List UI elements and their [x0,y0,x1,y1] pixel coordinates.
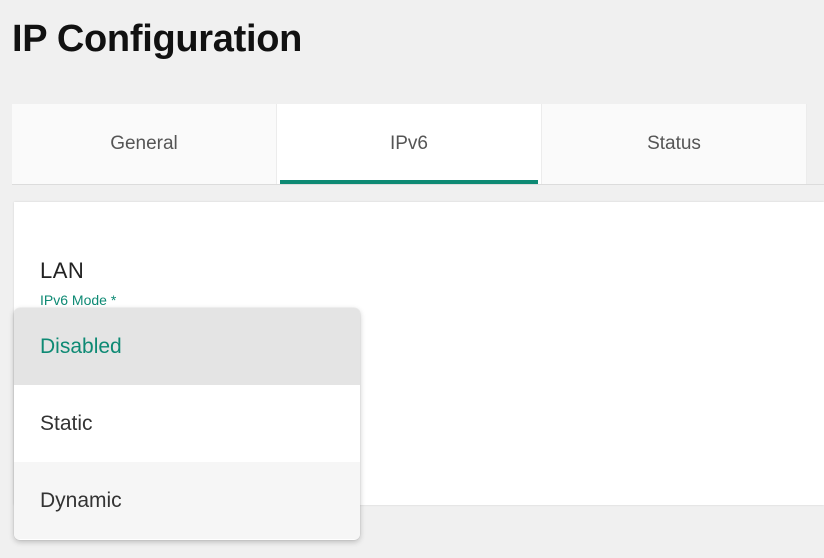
tab-bar: General IPv6 Status [12,104,807,184]
tab-divider [12,184,824,185]
ipv6-mode-dropdown-menu: Disabled Static Dynamic [14,308,360,540]
page-title: IP Configuration [12,18,303,60]
ipv6-mode-label: IPv6 Mode * [40,292,117,308]
tab-status[interactable]: Status [542,104,807,184]
section-title-lan: LAN [40,258,85,283]
tab-ipv6[interactable]: IPv6 [277,104,542,184]
option-disabled[interactable]: Disabled [14,308,360,385]
option-dynamic[interactable]: Dynamic [14,462,360,539]
tab-general[interactable]: General [12,104,277,184]
option-static[interactable]: Static [14,385,360,462]
